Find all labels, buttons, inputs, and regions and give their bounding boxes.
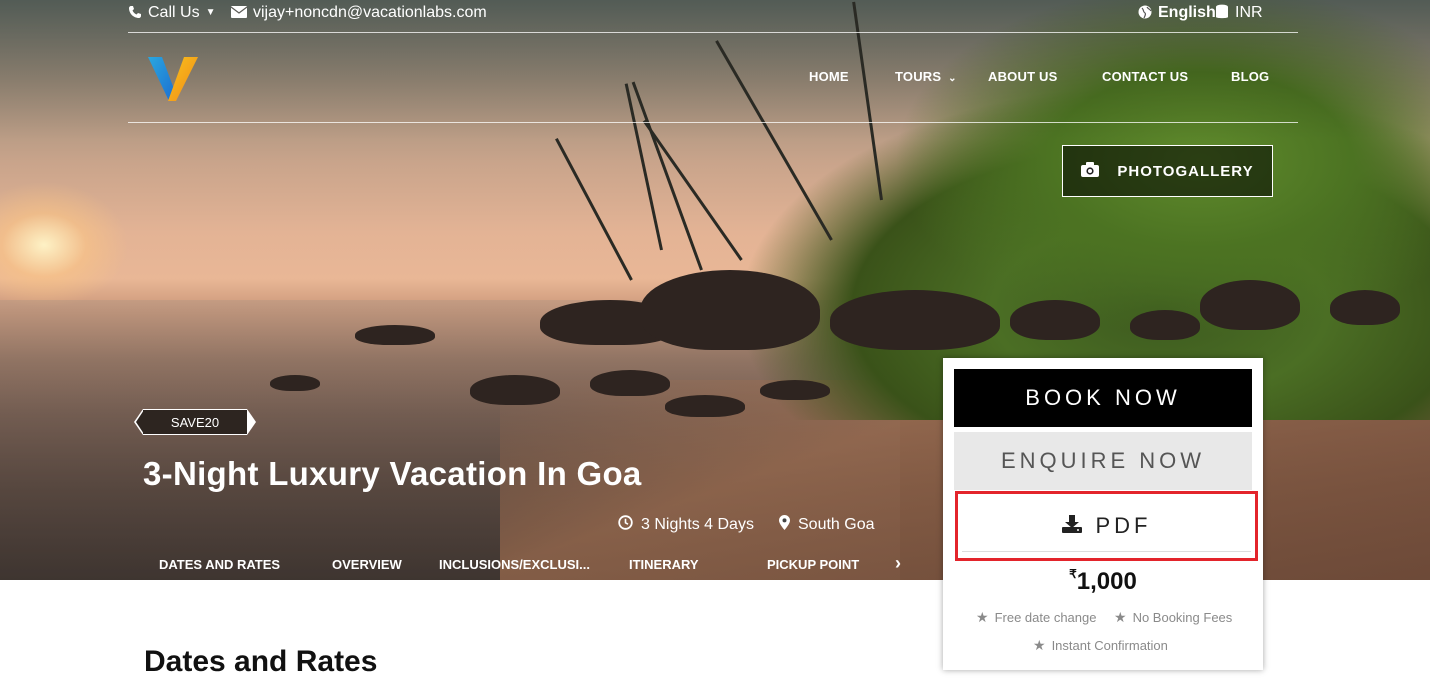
caret-down-icon: ▼	[205, 7, 216, 18]
tab-inclusions-exclusions[interactable]: INCLUSIONS/EXCLUSI...	[439, 557, 590, 572]
feature-label: No Booking Fees	[1132, 610, 1233, 625]
duration-text: 3 Nights 4 Days	[641, 516, 754, 533]
nav-tours[interactable]: TOURS ⌄	[895, 69, 957, 84]
currency-selector[interactable]: INR	[1215, 4, 1263, 22]
download-icon	[1061, 513, 1082, 539]
photogallery-label: PHOTOGALLERY	[1117, 162, 1254, 180]
email-link[interactable]: vijay+noncdn@vacationlabs.com	[230, 4, 487, 22]
pdf-download-button[interactable]: PDF	[955, 491, 1258, 561]
feature-no-booking-fees: ★ No Booking Fees	[1114, 609, 1232, 626]
feature-label: Instant Confirmation	[1051, 638, 1168, 653]
book-now-button[interactable]: BOOK NOW	[954, 369, 1252, 427]
coins-icon	[1215, 4, 1229, 22]
language-label: English	[1158, 4, 1216, 21]
nav-blog[interactable]: BLOG	[1231, 69, 1269, 84]
camera-icon	[1081, 161, 1100, 181]
call-us-dropdown[interactable]: Call Us ▼	[128, 4, 215, 22]
top-bar: Call Us ▼ vijay+noncdn@vacationlabs.com …	[128, 0, 1298, 33]
clock-icon	[618, 515, 633, 535]
enquire-now-button[interactable]: ENQUIRE NOW	[954, 432, 1252, 490]
feature-free-date-change: ★ Free date change	[976, 609, 1096, 626]
dates-and-rates-heading: Dates and Rates	[144, 645, 378, 678]
tour-duration: 3 Nights 4 Days	[618, 515, 754, 535]
feature-label: Free date change	[994, 610, 1097, 625]
brand-logo[interactable]	[148, 55, 198, 103]
email-text: vijay+noncdn@vacationlabs.com	[253, 4, 487, 21]
tour-title: 3-Night Luxury Vacation In Goa	[143, 455, 642, 492]
currency-symbol: ₹	[1069, 567, 1077, 581]
language-selector[interactable]: English	[1138, 4, 1216, 22]
section-tabs: DATES AND RATES OVERVIEW INCLUSIONS/EXCL…	[0, 550, 940, 580]
photogallery-button[interactable]: PHOTOGALLERY	[1062, 145, 1273, 197]
tab-overview[interactable]: OVERVIEW	[332, 557, 402, 572]
feature-instant-confirmation: ★ Instant Confirmation	[1033, 637, 1168, 654]
tab-pickup-point[interactable]: PICKUP POINT	[767, 557, 859, 572]
envelope-icon	[230, 6, 248, 20]
globe-icon	[1138, 5, 1152, 21]
promo-code-badge: SAVE20	[134, 409, 256, 435]
promo-code-text: SAVE20	[170, 414, 220, 430]
currency-label: INR	[1235, 4, 1263, 21]
nav-tours-label: TOURS	[895, 69, 942, 84]
main-navigation: HOME TOURS ⌄ ABOUT US CONTACT US BLOG	[128, 33, 1298, 123]
tour-location: South Goa	[779, 515, 875, 535]
phone-icon	[128, 5, 142, 21]
tab-dates-and-rates[interactable]: DATES AND RATES	[159, 557, 280, 572]
star-icon: ★	[1114, 609, 1127, 625]
star-icon: ★	[976, 609, 989, 625]
chevron-down-icon: ⌄	[948, 73, 957, 84]
pdf-label: PDF	[1095, 513, 1152, 538]
chevron-right-icon[interactable]: ›	[895, 553, 901, 574]
tour-price: ₹1,000	[943, 567, 1263, 596]
call-us-label: Call Us	[148, 4, 200, 21]
nav-home[interactable]: HOME	[809, 69, 849, 84]
tab-itinerary[interactable]: ITINERARY	[629, 557, 699, 572]
nav-about-us[interactable]: ABOUT US	[988, 69, 1058, 84]
map-marker-icon	[779, 515, 790, 535]
location-text: South Goa	[798, 516, 875, 533]
star-icon: ★	[1033, 637, 1046, 653]
booking-card: BOOK NOW ENQUIRE NOW PDF ₹1,000 ★ Free d…	[943, 358, 1263, 670]
nav-contact-us[interactable]: CONTACT US	[1102, 69, 1188, 84]
price-value: 1,000	[1076, 568, 1137, 595]
